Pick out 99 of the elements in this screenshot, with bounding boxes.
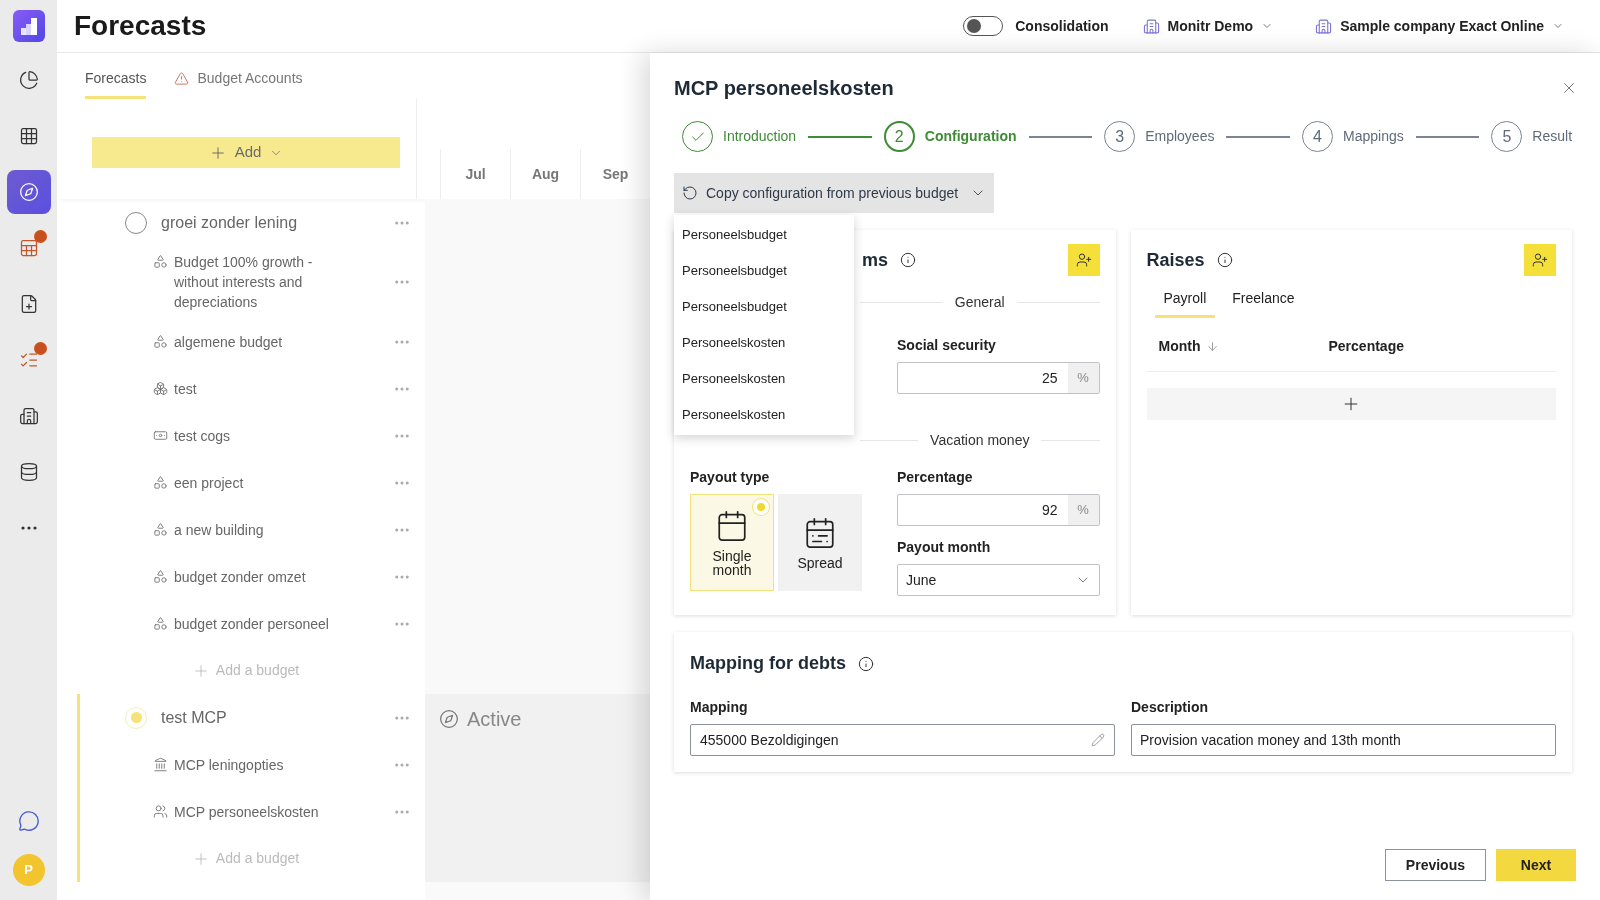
next-button[interactable]: Next [1496,849,1576,881]
pencil-icon [1091,733,1105,747]
arrow-down-icon [1206,340,1220,353]
tab[interactable]: Budget Accounts [174,61,303,99]
group-name: test MCP [161,707,228,728]
compass-icon [439,709,459,729]
step-label: Introduction [723,127,797,146]
menu-option[interactable]: Personeelskosten [674,325,854,361]
budget-name[interactable]: Budget 100% growth - without interests and depreciations [174,252,344,312]
warning-icon [174,71,190,86]
table-icon [18,238,39,258]
description-field[interactable]: Provision vacation money and 13th month [1131,724,1556,756]
field-label: Mapping [690,698,749,717]
field-label: Social security [897,336,997,355]
shapes-icon [153,474,168,490]
payout-option[interactable]: Single month [690,494,774,591]
field-label: Payout month [897,538,992,557]
budget-name[interactable]: budget zonder omzet [174,566,306,587]
info-icon [858,655,874,672]
chart-icon [18,70,39,90]
number-field[interactable]: 92 % [897,494,1100,526]
tab[interactable]: Freelance [1223,282,1304,318]
menu-option[interactable]: Personeelskosten [674,397,854,433]
warning-badge [33,230,47,243]
column-header[interactable]: Month [1158,336,1329,357]
building-icon [18,406,39,426]
step-label: Result [1532,127,1573,146]
app-logo[interactable] [12,10,45,42]
calendar-icon [803,515,837,550]
unit-label: % [1067,363,1099,393]
budget-name[interactable]: MCP personeelskosten [174,801,319,822]
people-icon [153,803,168,819]
budget-name[interactable]: test [174,378,197,399]
field-label: Payout type [690,468,771,487]
tab[interactable]: Payroll [1154,282,1216,318]
budget-name[interactable]: a new building [174,519,264,540]
step-label: Mappings [1343,127,1404,146]
toggle-label: Consolidation [1015,16,1109,36]
rotate-icon [682,185,698,201]
calendar-icon [715,508,749,543]
step-indicator: 2 [883,121,915,152]
shapes-icon [153,254,168,269]
chat-sparkle-icon[interactable] [17,810,40,832]
add-person-icon [1532,252,1548,268]
month-select[interactable]: June [897,564,1100,596]
info-icon [1216,252,1233,268]
group-name: groei zonder lening [161,212,299,233]
copy-configuration-button[interactable]: Copy configuration from previous budget [674,173,995,213]
status-label: Active [467,707,522,732]
card-title: ms [862,248,888,272]
card-title: Raises [1146,248,1205,272]
menu-option[interactable]: Personeelskosten [674,361,854,397]
bank-icon [153,756,168,772]
grid-icon [18,126,39,146]
field-label: Percentage [897,468,974,487]
page-title: Forecasts [74,9,207,43]
card-title: Mapping for debts [690,652,846,675]
budget-name[interactable]: budget zonder personeel [174,613,329,634]
warning-badge [33,342,47,355]
column-header[interactable]: Percentage [1328,336,1404,357]
rail-button[interactable] [6,170,51,214]
unit-label: % [1067,495,1099,525]
menu-option[interactable]: Personeelsbudget [674,217,854,253]
shapes-icon [153,615,168,631]
section-divider-label: General [954,293,1005,312]
step-label: Configuration [924,127,1017,146]
previous-button[interactable]: Previous [1384,849,1486,881]
add-button[interactable]: Add [92,137,400,168]
environment-selector[interactable]: Monitr Demo [1142,15,1274,37]
number-field[interactable]: 25 % [897,362,1100,394]
consolidation-toggle[interactable] [963,16,1004,36]
step-label: Employees [1145,127,1215,146]
add-people-button[interactable] [1067,244,1100,276]
database-icon [18,462,39,482]
budget-name[interactable]: MCP leningopties [174,754,284,775]
section-divider-label: Vacation money [930,431,1030,450]
shapes-icon [153,333,168,349]
add-person-icon [1075,252,1092,268]
menu-option[interactable]: Personeelsbudget [674,289,854,325]
selected-radio-indicator [753,499,769,515]
shapes-icon [153,568,168,584]
boxes-icon [153,380,168,396]
building-icon [1315,17,1333,35]
company-selector[interactable]: Sample company Exact Online [1315,15,1564,37]
more-icon [20,526,37,530]
tab[interactable]: Forecasts [85,61,147,99]
compass-icon [18,182,39,202]
mapping-field[interactable]: 455000 Bezoldigingen [690,724,1115,756]
menu-option[interactable]: Personeelsbudget [674,253,854,289]
budget-name[interactable]: test cogs [174,425,231,446]
budget-name[interactable]: algemene budget [174,331,283,352]
shapes-icon [153,521,168,537]
drawer-title: MCP personeelskosten [674,76,895,101]
budget-name[interactable]: een project [174,472,244,493]
add-people-button[interactable] [1524,244,1556,276]
info-icon [900,252,916,268]
building-icon [1142,17,1160,35]
payout-option[interactable]: Spread [778,494,862,591]
field-label: Description [1131,698,1209,717]
